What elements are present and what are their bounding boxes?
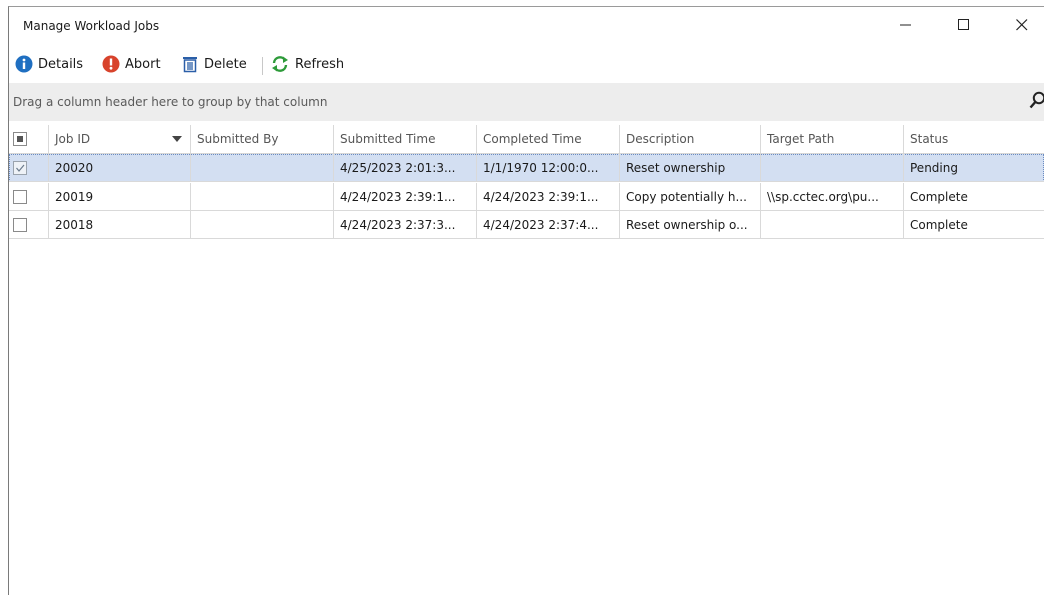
manage-workload-jobs-window: Manage Workload Jobs Details Abort Delet… (8, 6, 1044, 595)
refresh-icon (272, 56, 288, 72)
group-by-panel[interactable]: Drag a column header here to group by th… (9, 83, 1044, 121)
close-button[interactable] (999, 7, 1044, 43)
grid-empty-area (9, 240, 1044, 595)
abort-button[interactable]: Abort (102, 53, 161, 75)
maximize-button[interactable] (941, 7, 987, 43)
delete-icon (183, 57, 197, 73)
group-by-hint: Drag a column header here to group by th… (13, 95, 328, 109)
column-header-submitted-time[interactable]: Submitted Time (334, 125, 477, 153)
column-header-label: Job ID (55, 132, 91, 146)
search-icon[interactable] (1029, 91, 1044, 111)
info-icon (15, 55, 33, 73)
minimize-icon (900, 24, 911, 26)
table-row[interactable]: 20019 4/24/2023 2:39:1... 4/24/2023 2:39… (9, 183, 1044, 211)
row-select-cell (9, 211, 49, 239)
completed-time-cell: 1/1/1970 12:00:0... (477, 154, 620, 182)
column-header-completed-time[interactable]: Completed Time (477, 125, 620, 153)
target-path-cell (761, 154, 904, 182)
window-title: Manage Workload Jobs (23, 19, 160, 33)
toolbar: Details Abort Delete Refresh (9, 49, 1044, 79)
refresh-label: Refresh (295, 56, 345, 72)
refresh-button[interactable]: Refresh (270, 53, 344, 75)
column-header-label: Submitted By (197, 132, 279, 146)
column-header-job-id[interactable]: Job ID (49, 125, 191, 153)
toolbar-separator (262, 57, 263, 75)
column-header-label: Description (626, 132, 695, 146)
abort-icon (102, 55, 120, 73)
job-id-cell: 20019 (49, 183, 191, 211)
column-header-target-path[interactable]: Target Path (761, 125, 904, 153)
description-cell: Reset ownership (620, 154, 761, 182)
check-icon (16, 164, 25, 172)
title-bar: Manage Workload Jobs (9, 7, 1044, 43)
submitted-time-cell: 4/24/2023 2:39:1... (334, 183, 477, 211)
target-path-cell (761, 211, 904, 239)
submitted-time-cell: 4/25/2023 2:01:3... (334, 154, 477, 182)
column-header-label: Completed Time (483, 132, 582, 146)
minimize-button[interactable] (883, 7, 929, 43)
table-row[interactable]: 20018 4/24/2023 2:37:3... 4/24/2023 2:37… (9, 211, 1044, 239)
maximize-icon (958, 19, 969, 30)
sort-down-icon (172, 136, 182, 142)
row-select-cell (9, 154, 49, 182)
column-header-label: Submitted Time (340, 132, 436, 146)
grid-header: Job ID Submitted By Submitted Time Compl… (9, 125, 1044, 154)
submitted-time-cell: 4/24/2023 2:37:3... (334, 211, 477, 239)
target-path-cell: \\sp.cctec.org\pu... (761, 183, 904, 211)
description-cell: Copy potentially h... (620, 183, 761, 211)
submitted-by-cell (191, 211, 334, 239)
column-header-status[interactable]: Status (904, 125, 1044, 153)
description-cell: Reset ownership o... (620, 211, 761, 239)
job-id-cell: 20018 (49, 211, 191, 239)
details-button[interactable]: Details (15, 53, 83, 75)
status-cell: Complete (904, 211, 1044, 239)
column-header-description[interactable]: Description (620, 125, 761, 153)
status-cell: Pending (904, 154, 1044, 182)
job-id-cell: 20020 (49, 154, 191, 182)
row-select-cell (9, 183, 49, 211)
close-icon (1016, 19, 1028, 31)
column-header-submitted-by[interactable]: Submitted By (191, 125, 334, 153)
select-all-header (9, 125, 49, 153)
delete-button[interactable]: Delete (181, 53, 247, 75)
details-label: Details (38, 56, 84, 72)
submitted-by-cell (191, 154, 334, 182)
row-checkbox[interactable] (13, 190, 27, 204)
indeterminate-mark (17, 136, 23, 142)
row-checkbox[interactable] (13, 161, 27, 175)
table-row[interactable]: 20020 4/25/2023 2:01:3... 1/1/1970 12:00… (9, 154, 1044, 182)
select-all-checkbox[interactable] (13, 132, 27, 146)
status-cell: Complete (904, 183, 1044, 211)
column-header-label: Status (910, 132, 949, 146)
completed-time-cell: 4/24/2023 2:39:1... (477, 183, 620, 211)
submitted-by-cell (191, 183, 334, 211)
column-header-label: Target Path (767, 132, 835, 146)
completed-time-cell: 4/24/2023 2:37:4... (477, 211, 620, 239)
row-checkbox[interactable] (13, 218, 27, 232)
abort-label: Abort (125, 56, 161, 72)
delete-label: Delete (204, 56, 247, 72)
